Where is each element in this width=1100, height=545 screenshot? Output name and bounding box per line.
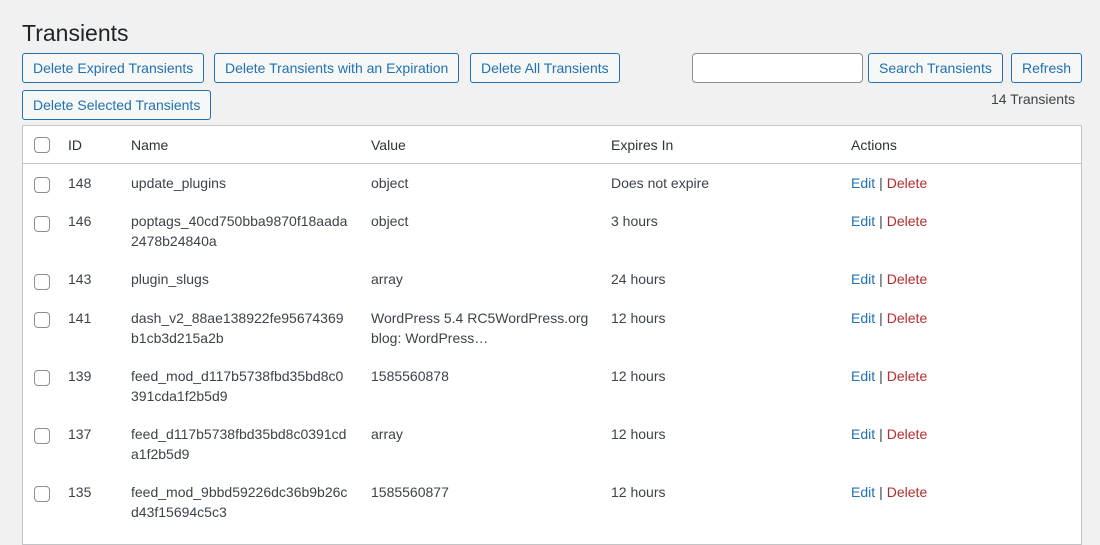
table-row: 137 feed_d117b5738fbd35bd8c0391cda1f2b5d9… [23,415,1081,473]
cell-value: WordPress 5.4 RC5WordPress.org blog: Wor… [371,309,589,346]
column-header-id: ID [68,126,131,164]
table-row: 139 feed_mod_d117b5738fbd35bd8c0391cda1f2… [23,357,1081,415]
delete-link[interactable]: Delete [887,175,927,191]
cell-id: 135 [68,483,92,500]
cell-expires: Does not expire [611,175,710,191]
select-all-checkbox[interactable] [34,137,50,154]
edit-link[interactable]: Edit [851,484,875,500]
cell-value: array [371,425,403,442]
cell-name: plugin_slugs [131,271,209,288]
delete-expired-button[interactable]: Delete Expired Transients [22,53,205,83]
delete-all-button[interactable]: Delete All Transients [470,53,620,83]
cell-id: 141 [68,309,92,326]
edit-link[interactable]: Edit [851,271,875,287]
action-separator: | [879,425,883,442]
column-header-actions: Actions [851,126,1081,164]
cell-actions: Edit | Delete [851,164,1081,203]
action-separator: | [879,175,883,191]
cell-name: update_plugins [131,175,226,191]
column-header-name: Name [131,126,371,164]
delete-link[interactable]: Delete [887,484,927,500]
edit-link[interactable]: Edit [851,175,875,191]
action-separator: | [879,483,883,500]
cell-expires: 24 hours [611,271,666,288]
cell-actions: Edit | Delete [851,357,1081,415]
delete-link[interactable]: Delete [887,271,927,287]
cell-expires: 3 hours [611,213,658,230]
table-row: 143 plugin_slugs array 24 hours Edit | Delete [23,260,1081,298]
edit-link[interactable]: Edit [851,310,875,326]
cell-value: 1585560877 [371,483,449,500]
row-checkbox[interactable] [34,485,50,502]
cell-actions: Edit | Delete [851,415,1081,473]
edit-link[interactable]: Edit [851,426,875,442]
row-checkbox[interactable] [34,427,50,444]
cell-id: 139 [68,367,92,384]
cell-actions: Edit | Delete [851,299,1081,357]
row-checkbox[interactable] [34,215,50,232]
cell-name: feed_mod_d117b5738fbd35bd8c0391cda1f2b5d… [131,367,344,404]
delete-with-expiration-button[interactable]: Delete Transients with an Expiration [214,53,460,83]
table-row: 135 feed_mod_9bbd59226dc36b9b26cd43f15694… [23,473,1081,531]
transient-count: 14 Transients [990,91,1075,107]
action-separator: | [879,213,883,230]
search-input[interactable] [692,53,863,83]
delete-link[interactable]: Delete [887,310,927,326]
delete-link[interactable]: Delete [887,213,927,229]
cell-name: feed_mod_9bbd59226dc36b9b26cd43f15694c5c… [131,483,348,520]
refresh-button[interactable]: Refresh [1011,53,1083,83]
edit-link[interactable]: Edit [851,213,875,229]
cell-value: 1585560878 [371,367,449,384]
cell-expires: 12 hours [611,309,666,326]
delete-selected-button[interactable]: Delete Selected Transients [22,90,212,120]
cell-id: 146 [68,213,92,230]
table-header-row: ID Name Value Expires In Actions [23,126,1081,164]
cell-actions: Edit | Delete [851,260,1081,298]
cell-id: 143 [68,271,92,288]
row-checkbox[interactable] [34,311,50,328]
cell-expires: 12 hours [611,425,666,442]
cell-value: object [371,213,409,230]
delete-link[interactable]: Delete [887,368,927,384]
cell-actions: Edit | Delete [851,202,1081,260]
cell-id: 148 [68,175,92,191]
cell-expires: 12 hours [611,367,666,384]
transients-table: ID Name Value Expires In Actions 148 upda… [22,125,1082,545]
column-header-expires: Expires In [611,126,851,164]
cell-expires: 12 hours [611,483,666,500]
cell-name: poptags_40cd750bba9870f18aada2478b24840a [131,213,348,250]
cell-actions: Edit | Delete [851,473,1081,531]
cell-value: array [371,271,403,288]
action-separator: | [879,367,883,384]
action-separator: | [879,309,883,326]
row-checkbox[interactable] [34,177,50,194]
action-separator: | [879,271,883,288]
table-row: 146 poptags_40cd750bba9870f18aada2478b248… [23,202,1081,260]
search-transients-button[interactable]: Search Transients [868,53,1003,83]
cell-id: 137 [68,425,92,442]
table-row: 141 dash_v2_88ae138922fe95674369b1cb3d215… [23,299,1081,357]
table-row: 148 update_plugins object Does not expire Ed… [23,164,1081,203]
page-title: Transients [22,20,129,46]
delete-link[interactable]: Delete [887,426,927,442]
column-header-value: Value [371,126,611,164]
cell-name: dash_v2_88ae138922fe95674369b1cb3d215a2b [131,309,344,346]
row-checkbox[interactable] [34,273,50,290]
edit-link[interactable]: Edit [851,368,875,384]
cell-name: feed_d117b5738fbd35bd8c0391cda1f2b5d9 [131,425,347,462]
row-checkbox[interactable] [34,369,50,386]
cell-value: object [371,175,409,191]
table-body: 148 update_plugins object Does not expire Ed… [23,164,1081,531]
